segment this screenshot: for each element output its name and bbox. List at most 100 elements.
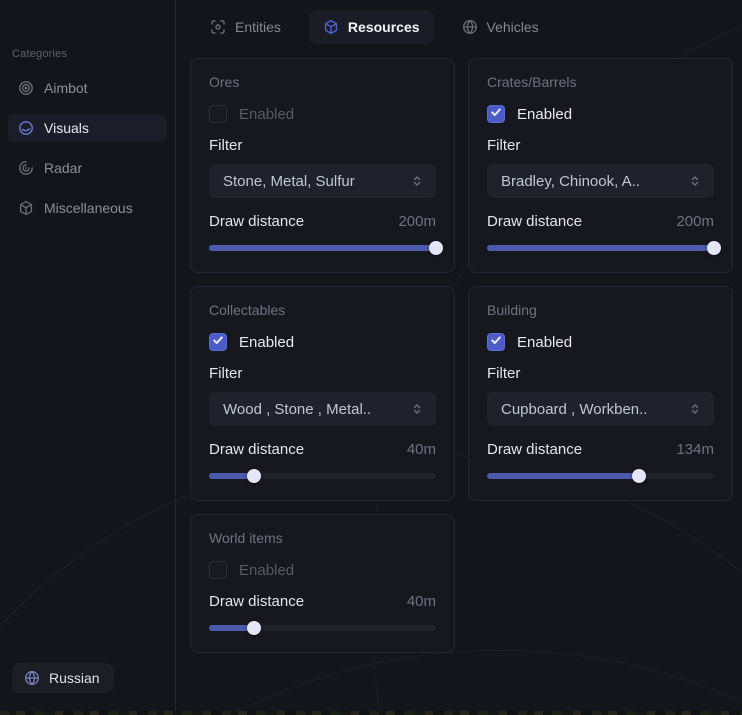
- card-world-items: World items Enabled Draw distance 40m: [190, 514, 455, 653]
- draw-distance-value: 40m: [407, 441, 436, 458]
- chevron-updown-icon: [688, 402, 702, 416]
- enabled-label: Enabled: [239, 562, 294, 579]
- draw-distance-slider[interactable]: [209, 241, 436, 255]
- checkbox[interactable]: [209, 561, 227, 579]
- tab-bar: Entities Resources Vehicles: [190, 10, 733, 44]
- checkbox[interactable]: [209, 105, 227, 123]
- radar-icon: [18, 160, 34, 176]
- draw-distance-value: 134m: [676, 441, 714, 458]
- filter-select-value: Bradley, Chinook, A..: [501, 173, 640, 190]
- card-grid: Ores Enabled Filter Stone, Metal, Sulfur Dra…: [190, 58, 733, 653]
- draw-distance-row: Draw distance 40m: [209, 441, 436, 458]
- card-crates-barrels: Crates/Barrels Enabled Filter Bradley, Chin…: [468, 58, 733, 273]
- language-button-container: Russian: [0, 663, 175, 715]
- check-icon: [212, 561, 224, 579]
- sidebar-item-label: Miscellaneous: [44, 200, 133, 216]
- slider-thumb[interactable]: [632, 469, 646, 483]
- sidebar-item-visuals[interactable]: Visuals: [8, 114, 167, 142]
- check-icon: [212, 333, 224, 351]
- filter-label: Filter: [209, 137, 436, 154]
- draw-distance-slider[interactable]: [487, 241, 714, 255]
- enabled-checkbox-row[interactable]: Enabled: [487, 333, 714, 351]
- filter-select[interactable]: Stone, Metal, Sulfur: [209, 164, 436, 198]
- sidebar-item-aimbot[interactable]: Aimbot: [8, 74, 167, 102]
- enabled-checkbox-row[interactable]: Enabled: [487, 105, 714, 123]
- slider-thumb[interactable]: [247, 621, 261, 635]
- checkbox[interactable]: [209, 333, 227, 351]
- globe-icon: [24, 670, 40, 686]
- draw-distance-label: Draw distance: [487, 213, 582, 230]
- card-ores: Ores Enabled Filter Stone, Metal, Sulfur Dra…: [190, 58, 455, 273]
- enabled-label: Enabled: [239, 106, 294, 123]
- card-title: Ores: [209, 74, 436, 90]
- checkbox[interactable]: [487, 333, 505, 351]
- filter-select[interactable]: Cupboard , Workben..: [487, 392, 714, 426]
- scan-icon: [210, 19, 226, 35]
- card-title: Building: [487, 302, 714, 318]
- chevron-updown-icon: [410, 402, 424, 416]
- card-collectables: Collectables Enabled Filter Wood , Stone , …: [190, 286, 455, 501]
- draw-distance-label: Draw distance: [209, 593, 304, 610]
- slider-thumb[interactable]: [247, 469, 261, 483]
- checkbox[interactable]: [487, 105, 505, 123]
- chevron-updown-icon: [410, 174, 424, 188]
- globe-icon: [462, 19, 478, 35]
- sidebar-item-miscellaneous[interactable]: Miscellaneous: [8, 194, 167, 222]
- tab-vehicles[interactable]: Vehicles: [448, 10, 553, 44]
- draw-distance-value: 200m: [676, 213, 714, 230]
- enabled-checkbox-row[interactable]: Enabled: [209, 333, 436, 351]
- sidebar-item-list: Aimbot Visuals Radar Miscellaneous: [0, 74, 175, 234]
- filter-select[interactable]: Bradley, Chinook, A..: [487, 164, 714, 198]
- filter-label: Filter: [487, 365, 714, 382]
- filter-select[interactable]: Wood , Stone , Metal..: [209, 392, 436, 426]
- language-button-label: Russian: [49, 670, 100, 686]
- draw-distance-slider[interactable]: [487, 469, 714, 483]
- sidebar: Categories Aimbot Visuals Radar Miscellaneo…: [0, 0, 176, 715]
- target-icon: [18, 80, 34, 96]
- filter-select-value: Wood , Stone , Metal..: [223, 401, 371, 418]
- draw-distance-label: Draw distance: [209, 441, 304, 458]
- check-icon: [490, 105, 502, 123]
- sidebar-item-label: Visuals: [44, 120, 89, 136]
- chevron-updown-icon: [688, 174, 702, 188]
- slider-fill: [209, 245, 436, 251]
- tab-label: Entities: [235, 19, 281, 35]
- draw-distance-slider[interactable]: [209, 469, 436, 483]
- enabled-label: Enabled: [239, 334, 294, 351]
- draw-distance-label: Draw distance: [209, 213, 304, 230]
- enabled-label: Enabled: [517, 106, 572, 123]
- tab-label: Resources: [348, 19, 420, 35]
- check-icon: [490, 333, 502, 351]
- tab-resources[interactable]: Resources: [309, 10, 434, 44]
- enabled-checkbox-row[interactable]: Enabled: [209, 105, 436, 123]
- box-icon: [323, 19, 339, 35]
- slider-thumb[interactable]: [429, 241, 443, 255]
- tab-label: Vehicles: [487, 19, 539, 35]
- enabled-checkbox-row[interactable]: Enabled: [209, 561, 436, 579]
- filter-select-value: Cupboard , Workben..: [501, 401, 647, 418]
- draw-distance-row: Draw distance 200m: [487, 213, 714, 230]
- sidebar-item-radar[interactable]: Radar: [8, 154, 167, 182]
- eye-icon: [18, 120, 34, 136]
- slider-thumb[interactable]: [707, 241, 721, 255]
- categories-section-label: Categories: [0, 48, 175, 60]
- filter-label: Filter: [209, 365, 436, 382]
- draw-distance-slider[interactable]: [209, 621, 436, 635]
- language-button[interactable]: Russian: [12, 663, 114, 693]
- enabled-label: Enabled: [517, 334, 572, 351]
- card-title: Crates/Barrels: [487, 74, 714, 90]
- tab-entities[interactable]: Entities: [196, 10, 295, 44]
- draw-distance-row: Draw distance 40m: [209, 593, 436, 610]
- main-content: Entities Resources Vehicles Ores Enabled Fil…: [176, 0, 742, 715]
- draw-distance-label: Draw distance: [487, 441, 582, 458]
- filter-label: Filter: [487, 137, 714, 154]
- cube-icon: [18, 200, 34, 216]
- card-title: Collectables: [209, 302, 436, 318]
- sidebar-item-label: Aimbot: [44, 80, 88, 96]
- game-background-sliver: [0, 711, 742, 715]
- card-title: World items: [209, 530, 436, 546]
- card-building: Building Enabled Filter Cupboard , Workben.…: [468, 286, 733, 501]
- draw-distance-value: 200m: [398, 213, 436, 230]
- draw-distance-value: 40m: [407, 593, 436, 610]
- draw-distance-row: Draw distance 134m: [487, 441, 714, 458]
